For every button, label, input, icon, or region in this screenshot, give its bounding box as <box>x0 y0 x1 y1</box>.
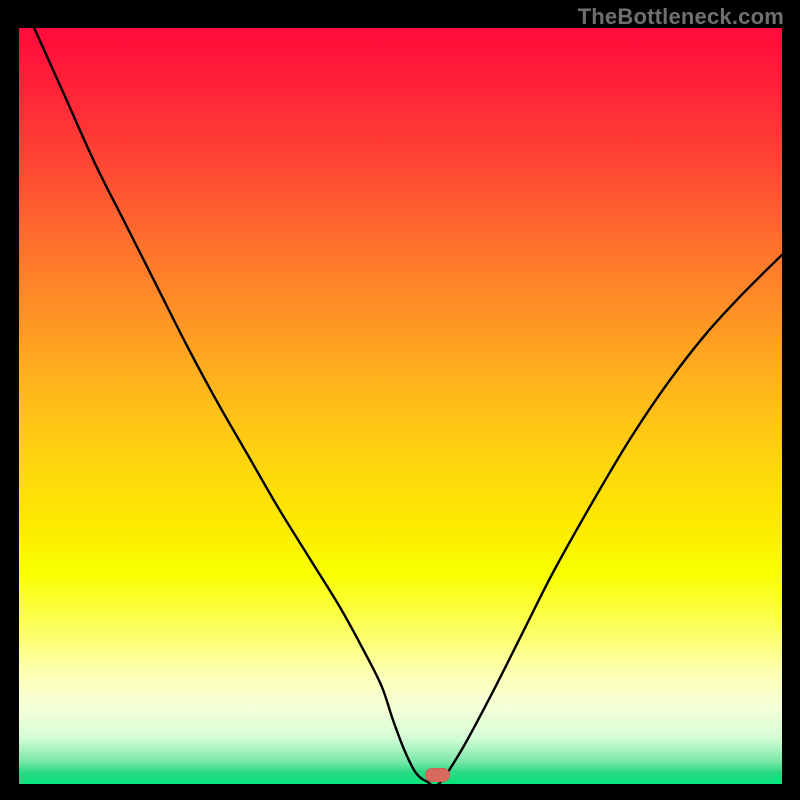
watermark-text: TheBottleneck.com <box>578 4 784 30</box>
plot-area <box>19 28 782 784</box>
bottleneck-curve <box>34 28 782 784</box>
optimal-marker <box>425 768 450 782</box>
chart-frame: TheBottleneck.com <box>0 0 800 800</box>
curve-layer <box>19 28 782 784</box>
